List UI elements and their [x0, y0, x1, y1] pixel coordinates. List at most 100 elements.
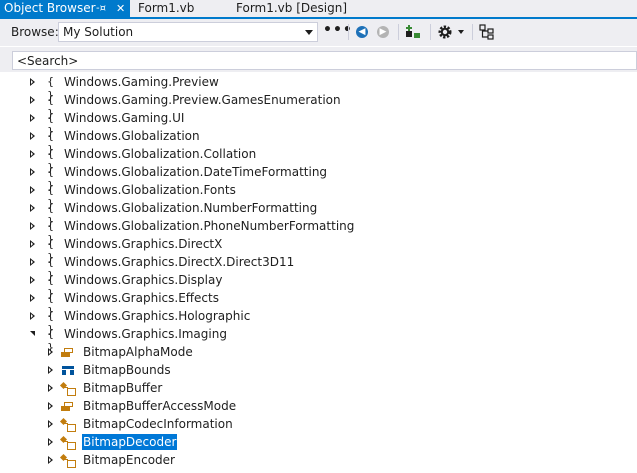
expand-arrow-icon[interactable]	[30, 203, 38, 213]
tree-item-label: Windows.Globalization.NumberFormatting	[64, 201, 318, 215]
tree-row-namespace[interactable]: { } Windows.Globalization.Collation	[0, 145, 637, 174]
namespace-icon: { }	[47, 219, 54, 246]
expand-arrow-icon[interactable]	[30, 185, 38, 195]
expand-arrow-icon[interactable]	[30, 149, 38, 159]
class-icon	[59, 435, 76, 450]
tree-item-label: Windows.Graphics.DirectX	[64, 237, 223, 251]
expand-arrow-icon[interactable]	[30, 131, 38, 141]
namespace-icon: { }	[47, 147, 54, 174]
tab-form1-vb-design[interactable]: Form1.vb [Design]	[236, 0, 347, 17]
tree-item-label: Windows.Gaming.Preview	[64, 75, 219, 89]
back-arrow-icon: ◀	[356, 26, 368, 38]
forward-button[interactable]: ▶	[374, 23, 394, 41]
expand-arrow-icon[interactable]	[30, 167, 38, 177]
tree-item-label: Windows.Gaming.UI	[64, 111, 185, 125]
chevron-down-icon	[458, 30, 464, 34]
tree-row-type[interactable]: BitmapDecoder	[0, 433, 637, 451]
expand-arrow-icon[interactable]	[30, 257, 38, 267]
search-box[interactable]	[12, 51, 637, 70]
expand-arrow-icon[interactable]	[30, 221, 38, 231]
enum-icon	[60, 399, 76, 413]
tree-row-namespace[interactable]: { } Windows.Graphics.Holographic	[0, 307, 637, 336]
tree-row-namespace[interactable]: { } Windows.Graphics.Imaging	[0, 325, 637, 354]
namespace-icon: { }	[47, 327, 54, 354]
expand-arrow-icon[interactable]	[48, 401, 56, 411]
tree-row-namespace[interactable]: { } Windows.Globalization.Fonts	[0, 181, 637, 210]
expand-arrow-icon[interactable]	[30, 311, 38, 321]
tree-row-namespace[interactable]: { } Windows.Globalization.PhoneNumberForm…	[0, 217, 637, 246]
toolbar-separator	[348, 24, 349, 40]
browse-scope-value: My Solution	[63, 25, 134, 39]
expand-arrow-icon[interactable]	[48, 365, 56, 375]
forward-arrow-icon: ▶	[377, 26, 389, 38]
tab-form1-vb[interactable]: Form1.vb	[138, 0, 194, 17]
search-input[interactable]	[13, 52, 617, 69]
tree-row-namespace[interactable]: { } Windows.Gaming.Preview.GamesEnumerati…	[0, 91, 637, 120]
tree-item-label: Windows.Graphics.Display	[64, 273, 223, 287]
namespace-icon: { }	[47, 291, 54, 318]
tree-item-label: Windows.Globalization.PhoneNumberFormatt…	[64, 219, 355, 233]
expand-arrow-icon[interactable]	[30, 239, 38, 249]
tree-row-type[interactable]: BitmapCodecInformation	[0, 415, 637, 433]
browse-scope-dropdown[interactable]: My Solution	[58, 22, 318, 42]
namespace-icon: { }	[47, 183, 54, 210]
tree-item-label: BitmapBufferAccessMode	[83, 399, 237, 413]
tree-row-namespace[interactable]: { } Windows.Graphics.DirectX.Direct3D11	[0, 253, 637, 282]
toolbar-separator	[398, 24, 399, 40]
object-tree: { } Windows.Gaming.Preview { } Windows.Gami…	[0, 73, 637, 473]
tree-item-label: BitmapBuffer	[83, 381, 163, 395]
toolbar-separator	[430, 24, 431, 40]
collapse-arrow-icon[interactable]	[30, 329, 38, 339]
toolbar-separator	[472, 24, 473, 40]
tree-item-label: Windows.Graphics.Effects	[64, 291, 219, 305]
expand-arrow-icon[interactable]	[30, 113, 38, 123]
tree-row-namespace[interactable]: { } Windows.Graphics.Effects	[0, 289, 637, 318]
view-members-button[interactable]	[478, 23, 498, 41]
tree-row-type[interactable]: BitmapBounds	[0, 361, 637, 379]
tree-row-namespace[interactable]: { } Windows.Graphics.DirectX	[0, 235, 637, 264]
tree-row-namespace[interactable]: { } Windows.Globalization	[0, 127, 637, 156]
tree-row-type[interactable]: BitmapAlphaMode	[0, 343, 637, 361]
expand-arrow-icon[interactable]	[48, 347, 56, 357]
close-icon[interactable]: ✕	[116, 0, 125, 17]
tree-row-type[interactable]: BitmapBufferAccessMode	[0, 397, 637, 415]
tree-item-label: Windows.Globalization.DateTimeFormatting	[64, 165, 328, 179]
namespace-icon: { }	[47, 75, 54, 102]
tree-item-label: BitmapAlphaMode	[83, 345, 193, 359]
expand-arrow-icon[interactable]	[30, 293, 38, 303]
edit-custom-component-set-button[interactable]: •••	[323, 23, 352, 41]
back-button[interactable]: ◀	[353, 23, 373, 41]
add-reference-button[interactable]	[404, 23, 424, 41]
tree-item-label: BitmapBounds	[83, 363, 171, 377]
namespace-icon: { }	[47, 129, 54, 156]
pin-icon[interactable]: -¤	[96, 0, 106, 17]
expand-arrow-icon[interactable]	[48, 455, 56, 465]
tree-row-namespace[interactable]: { } Windows.Globalization.NumberFormattin…	[0, 199, 637, 228]
tree-row-namespace[interactable]: { } Windows.Gaming.Preview	[0, 73, 637, 102]
expand-arrow-icon[interactable]	[30, 95, 38, 105]
expand-arrow-icon[interactable]	[30, 275, 38, 285]
expand-arrow-icon[interactable]	[48, 383, 56, 393]
object-browser-toolbar: Browse: My Solution ••• ◀ ▶	[0, 19, 637, 46]
tab-object-browser-label: Object Browser	[4, 1, 96, 15]
namespace-icon: { }	[47, 201, 54, 228]
tab-object-browser[interactable]: Object Browser -¤ ✕	[0, 0, 130, 17]
struct-icon	[60, 363, 76, 377]
tree-item-label: Windows.Graphics.Holographic	[64, 309, 251, 323]
tree-row-namespace[interactable]: { } Windows.Graphics.Display	[0, 271, 637, 300]
expand-arrow-icon[interactable]	[48, 419, 56, 429]
expand-arrow-icon[interactable]	[30, 77, 38, 87]
expand-arrow-icon[interactable]	[48, 437, 56, 447]
tree-row-namespace[interactable]: { } Windows.Globalization.DateTimeFormatt…	[0, 163, 637, 192]
tree-row-type[interactable]: BitmapEncoder	[0, 451, 637, 469]
tree-item-label: Windows.Globalization.Fonts	[64, 183, 236, 197]
tree-item-label: Windows.Globalization.Collation	[64, 147, 257, 161]
tree-row-type[interactable]: BitmapBuffer	[0, 379, 637, 397]
class-icon	[59, 417, 76, 432]
settings-button[interactable]	[436, 23, 466, 41]
tree-item-label-selected: BitmapDecoder	[82, 434, 178, 450]
tree-row-namespace[interactable]: { } Windows.Gaming.UI	[0, 109, 637, 138]
class-icon	[59, 453, 76, 468]
tree-item-label: BitmapEncoder	[83, 453, 175, 467]
browse-label: Browse:	[11, 25, 59, 39]
